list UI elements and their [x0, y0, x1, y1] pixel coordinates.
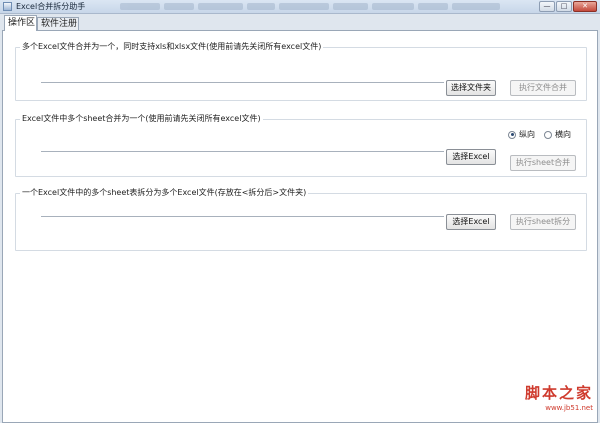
operation-panel: 多个Excel文件合并为一个，同时支持xls和xlsx文件(使用前请先关闭所有e…	[2, 30, 598, 423]
execute-sheet-merge-button[interactable]: 执行sheet合并	[510, 155, 576, 171]
close-button[interactable]: ✕	[573, 1, 597, 12]
execute-file-merge-button[interactable]: 执行文件合并	[510, 80, 576, 96]
window-title: Excel合并拆分助手	[16, 2, 86, 11]
maximize-button[interactable]: □	[556, 1, 572, 12]
merge-files-group: 多个Excel文件合并为一个，同时支持xls和xlsx文件(使用前请先关闭所有e…	[15, 41, 587, 101]
execute-sheet-split-button[interactable]: 执行sheet拆分	[510, 214, 576, 230]
merge-sheets-excel-path-field[interactable]	[41, 151, 444, 152]
orientation-horizontal-radio[interactable]: 横向	[544, 129, 571, 140]
merge-sheets-group: Excel文件中多个sheet合并为一个(使用前请先关闭所有excel文件) 选…	[15, 113, 587, 177]
tab-operation-area[interactable]: 操作区	[4, 15, 37, 31]
split-sheets-group: 一个Excel文件中的多个sheet表拆分为多个Excel文件(存放在<拆分后>…	[15, 187, 587, 251]
merge-files-title: 多个Excel文件合并为一个，同时支持xls和xlsx文件(使用前请先关闭所有e…	[20, 41, 324, 52]
title-bar: Excel合并拆分助手 — □ ✕	[0, 0, 600, 14]
orientation-vertical-label: 纵向	[519, 130, 535, 139]
app-icon	[3, 2, 12, 11]
merge-files-folder-path-field[interactable]	[41, 82, 444, 83]
background-taskbar-ghost	[120, 3, 530, 10]
orientation-horizontal-label: 横向	[555, 130, 571, 139]
watermark-url: www.jb51.net	[545, 404, 593, 412]
split-sheets-title: 一个Excel文件中的多个sheet表拆分为多个Excel文件(存放在<拆分后>…	[20, 187, 309, 198]
watermark-logo-text: 脚本之家	[524, 384, 593, 402]
choose-folder-button[interactable]: 选择文件夹	[446, 80, 496, 96]
radio-unselected-icon	[544, 130, 552, 139]
choose-excel-button-merge[interactable]: 选择Excel	[446, 149, 496, 165]
minimize-button[interactable]: —	[539, 1, 555, 12]
orientation-vertical-radio[interactable]: 纵向	[508, 129, 535, 140]
tab-software-registration[interactable]: 软件注册	[37, 17, 79, 31]
split-sheets-excel-path-field[interactable]	[41, 216, 444, 217]
merge-sheets-title: Excel文件中多个sheet合并为一个(使用前请先关闭所有excel文件)	[20, 113, 263, 124]
choose-excel-button-split[interactable]: 选择Excel	[446, 214, 496, 230]
radio-selected-icon	[508, 130, 516, 139]
site-watermark: 脚本之家 www.jb51.net	[497, 382, 593, 412]
